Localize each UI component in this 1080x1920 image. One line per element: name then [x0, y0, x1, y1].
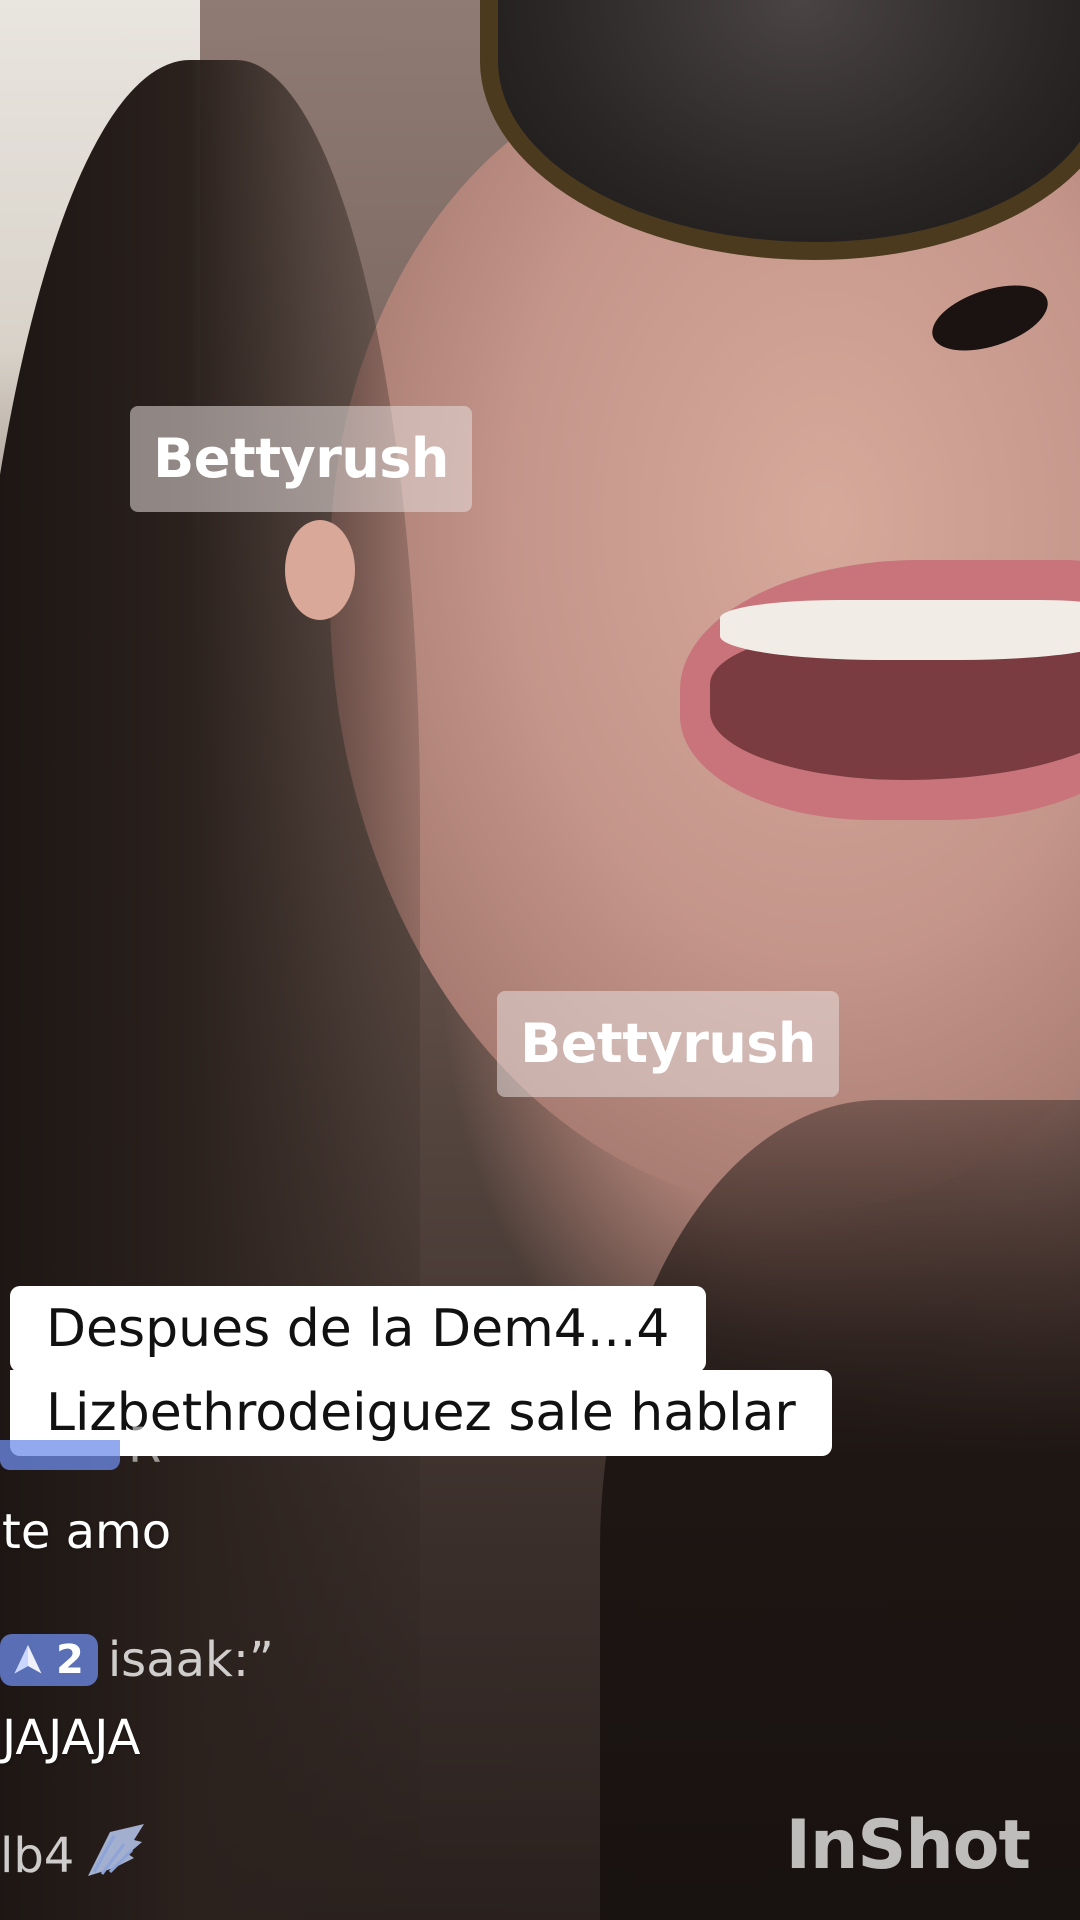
user-level-badge [0, 1440, 120, 1470]
inshot-watermark: InShot [785, 1806, 1031, 1885]
name-tag: Bettyrush [130, 406, 472, 512]
chat-user-row: 2 isaak:” [0, 1632, 274, 1688]
chat-message-text: JAJAJA [2, 1710, 141, 1766]
chat-username: isaak:” [107, 1632, 274, 1688]
chat-username: R [128, 1418, 162, 1474]
ear [285, 520, 355, 620]
chat-message-text: te amo [2, 1504, 172, 1560]
user-level-badge: 2 [0, 1634, 98, 1686]
navigation-arrow-icon [10, 1642, 46, 1678]
chat-user-row: lb4 [0, 1820, 148, 1892]
user-level: 2 [56, 1637, 84, 1683]
teeth [720, 600, 1080, 660]
wing-icon [84, 1820, 148, 1892]
chat-username: lb4 [0, 1828, 75, 1884]
hair-right [600, 1100, 1080, 1920]
name-tag: Bettyrush [497, 991, 839, 1097]
caption-line-1: Despues de la Dem4...4 [10, 1286, 706, 1372]
